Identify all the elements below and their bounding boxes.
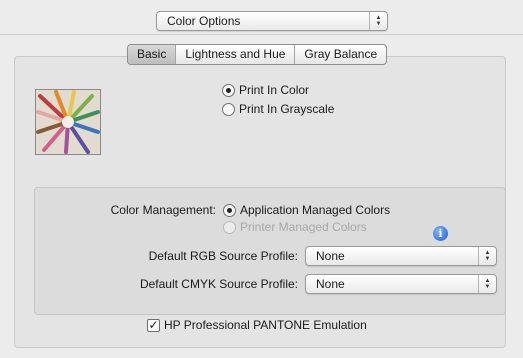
application-managed-colors-radio[interactable] [223,204,236,217]
tab-gray-balance[interactable]: Gray Balance [294,45,386,64]
options-popup-value: Color Options [167,14,241,28]
printer-managed-colors-radio [223,221,236,234]
application-managed-colors-label: Application Managed Colors [240,203,391,217]
cmyk-profile-value: None [316,277,345,291]
cmyk-profile-popup[interactable]: None ▲ ▼ [305,274,497,294]
tab-basic[interactable]: Basic [128,45,176,64]
info-icon[interactable]: i [433,226,448,241]
colored-pencils-image [35,89,101,155]
cmyk-profile-label: Default CMYK Source Profile: [139,277,298,291]
pantone-emulation-label: HP Professional PANTONE Emulation [164,318,367,332]
options-popup[interactable]: Color Options ▲ ▼ [156,11,388,31]
top-divider [0,34,523,35]
tab-lightness-and-hue[interactable]: Lightness and Hue [175,45,294,64]
pantone-emulation-checkbox[interactable]: ✓ [147,319,160,332]
popup-arrows-icon: ▲ ▼ [478,275,496,293]
print-in-color-label: Print In Color [239,83,310,97]
printer-managed-colors-label: Printer Managed Colors [240,220,367,234]
color-management-label: Color Management: [110,203,216,217]
print-in-color-radio[interactable] [222,84,235,97]
rgb-profile-popup[interactable]: None ▲ ▼ [305,246,497,266]
tab-bar: Basic Lightness and Hue Gray Balance [127,44,388,65]
print-in-grayscale-radio[interactable] [222,103,235,116]
rgb-profile-label: Default RGB Source Profile: [148,249,298,263]
popup-arrows-icon: ▲ ▼ [478,247,496,265]
print-in-grayscale-label: Print In Grayscale [239,102,335,116]
popup-arrows-icon: ▲ ▼ [369,12,387,30]
rgb-profile-value: None [316,249,345,263]
